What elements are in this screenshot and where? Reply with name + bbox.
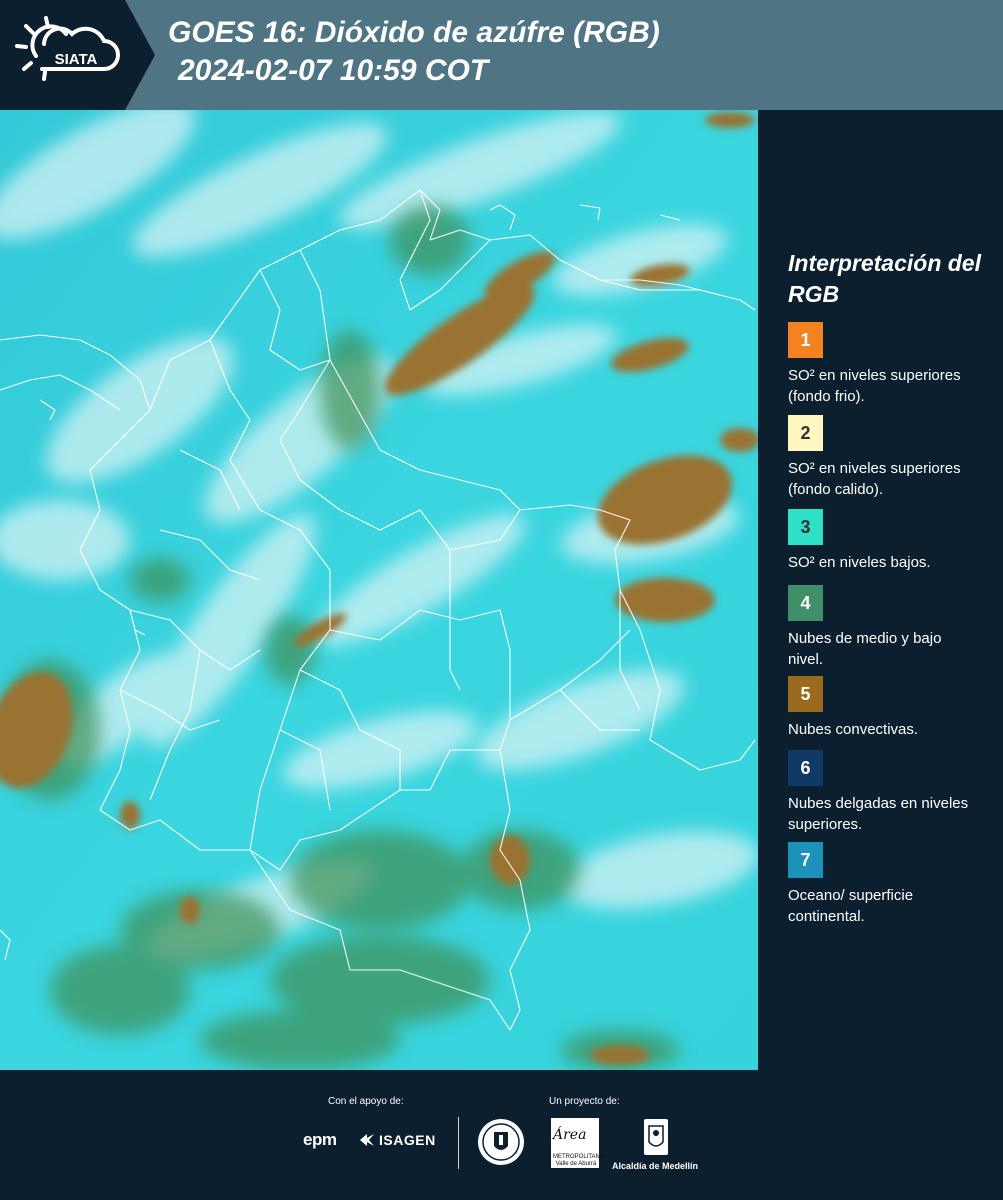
area-metropolitana-script: Área xyxy=(553,1127,587,1143)
legend-item-3: 3 SO² en niveles bajos. xyxy=(788,509,973,573)
siata-logo-text: SIATA xyxy=(55,51,98,68)
legend-label-6: Nubes delgadas en niveles superiores. xyxy=(788,795,969,833)
area-metropolitana-subtitle: METROPOLITANA Valle de Aburrá xyxy=(553,1154,604,1167)
legend-label-2: SO² en niveles superiores (fondo calido)… xyxy=(788,460,961,498)
satellite-map[interactable] xyxy=(0,110,758,1070)
alcaldia-shield-icon[interactable] xyxy=(643,1118,669,1156)
isagen-text: ISAGEN xyxy=(379,1132,436,1148)
legend-swatch-2: 2 xyxy=(788,415,823,451)
legend-swatch-3: 3 xyxy=(788,509,823,545)
legend-item-1: 1 SO² en niveles superiores (fondo frio)… xyxy=(788,322,973,407)
sun-cloud-icon: SIATA xyxy=(15,16,120,81)
siata-logo[interactable]: SIATA xyxy=(0,0,155,110)
legend-swatch-7: 7 xyxy=(788,842,823,878)
isagen-mark-icon xyxy=(360,1134,374,1146)
legend-swatch-6: 6 xyxy=(788,750,823,786)
footer-divider xyxy=(458,1117,459,1169)
project-label: Un proyecto de: xyxy=(549,1096,620,1107)
title-product: GOES 16: Dióxido de azúfre (RGB) xyxy=(168,16,660,49)
legend-item-4: 4 Nubes de medio y bajo nivel. xyxy=(788,585,973,670)
footer: Con el apoyo de: Un proyecto de: epm ISA… xyxy=(0,1070,1003,1200)
legend-title: Interpretación del RGB xyxy=(788,250,981,307)
isagen-logo[interactable]: ISAGEN xyxy=(358,1132,436,1148)
legend-label-3: SO² en niveles bajos. xyxy=(788,554,931,571)
legend-item-5: 5 Nubes convectivas. xyxy=(788,676,973,740)
legend-swatch-1: 1 xyxy=(788,322,823,358)
legend-item-7: 7 Oceano/ superficie continental. xyxy=(788,842,973,927)
legend-item-6: 6 Nubes delgadas en niveles superiores. xyxy=(788,750,973,835)
page-title: GOES 16: Dióxido de azúfre (RGB) 2024-02… xyxy=(168,14,660,90)
legend-label-5: Nubes convectivas. xyxy=(788,721,919,738)
legend-label-4: Nubes de medio y bajo nivel. xyxy=(788,630,942,668)
epm-logo[interactable]: epm xyxy=(303,1130,337,1150)
alcaldia-medellin-text: Alcaldía de Medellín xyxy=(612,1161,699,1171)
legend-label-1: SO² en niveles superiores (fondo frio). xyxy=(788,367,961,405)
satellite-image xyxy=(0,110,758,1070)
legend-swatch-5: 5 xyxy=(788,676,823,712)
legend-label-7: Oceano/ superficie continental. xyxy=(788,887,914,925)
rgb-legend: Interpretación del RGB xyxy=(770,248,995,324)
legend-swatch-4: 4 xyxy=(788,585,823,621)
support-label: Con el apoyo de: xyxy=(328,1096,404,1107)
legend-item-2: 2 SO² en niveles superiores (fondo calid… xyxy=(788,415,973,500)
title-timestamp: 2024-02-07 10:59 COT xyxy=(178,54,489,87)
header-bar: SIATA GOES 16: Dióxido de azúfre (RGB) 2… xyxy=(0,0,1003,110)
medellin-seal-icon[interactable] xyxy=(477,1118,525,1166)
